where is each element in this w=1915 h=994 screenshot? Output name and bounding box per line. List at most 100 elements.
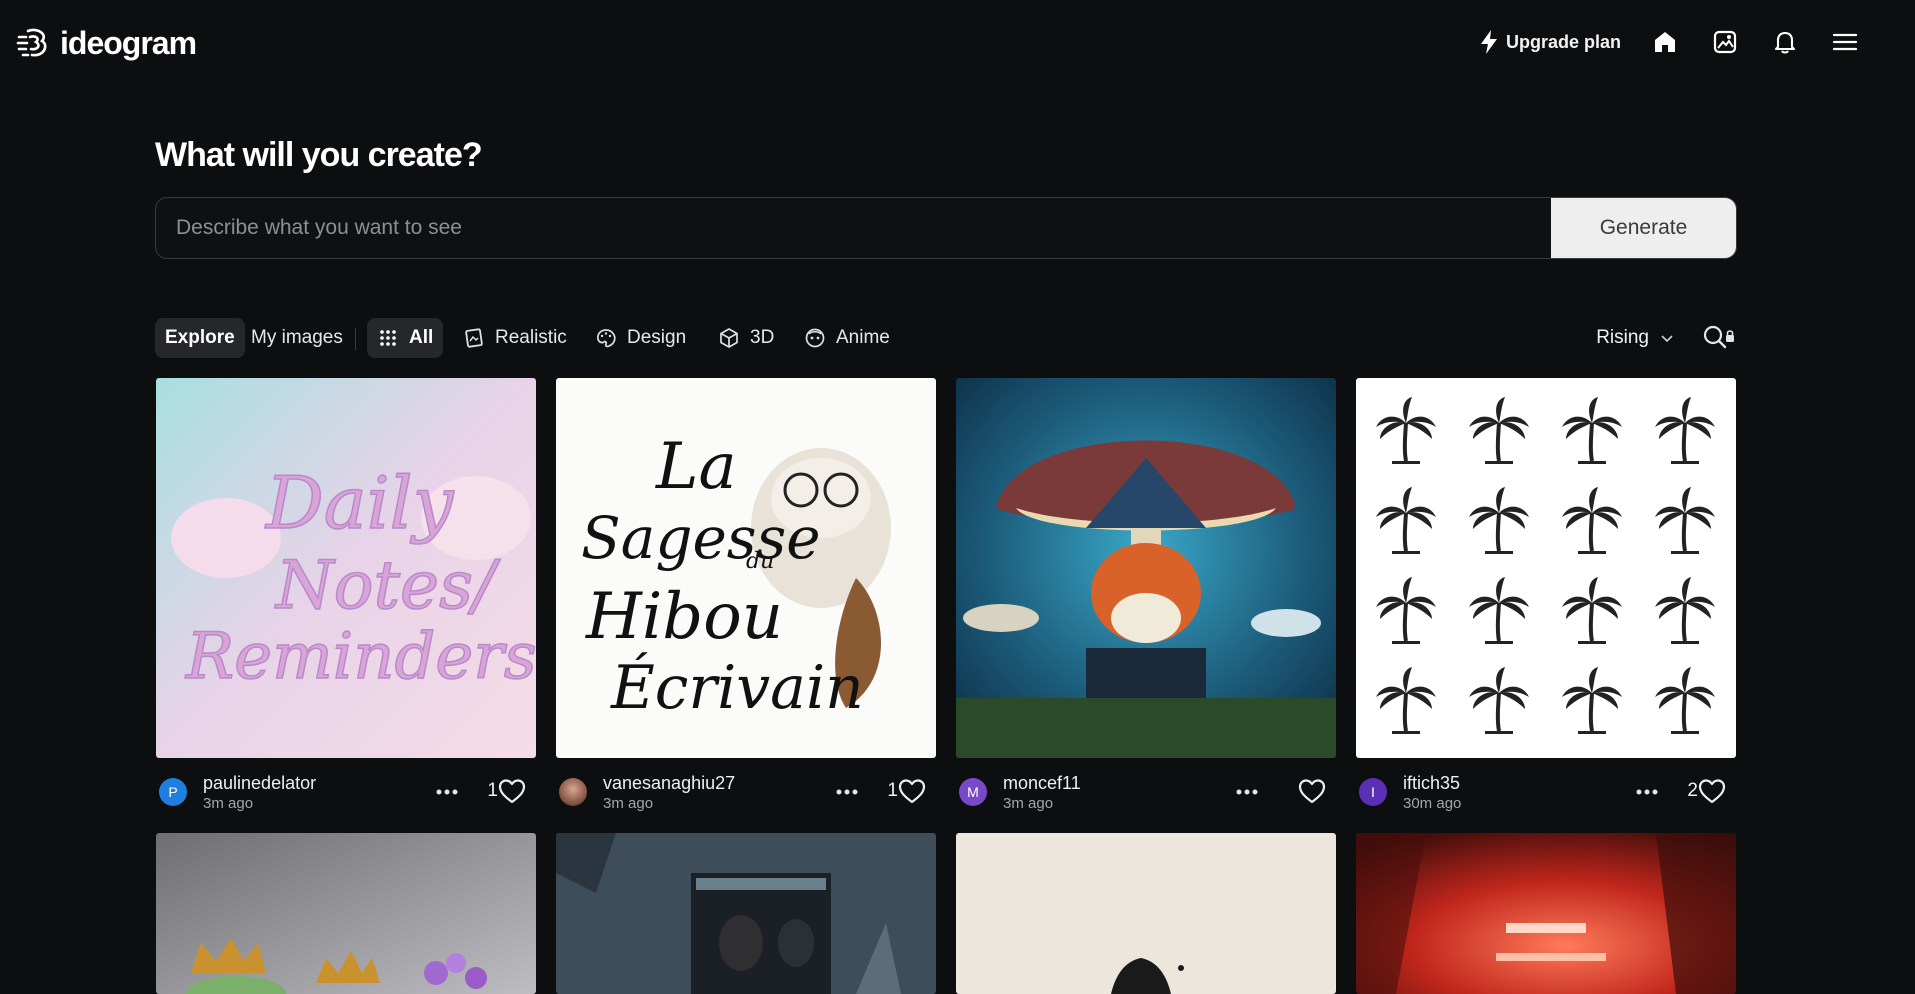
- ideogram-logo-icon: [16, 28, 47, 57]
- user-avatar[interactable]: I: [1359, 778, 1387, 806]
- tab-my-images-label: My images: [251, 327, 343, 348]
- heart-icon[interactable]: [1298, 778, 1326, 804]
- prompt-input[interactable]: [156, 198, 1552, 258]
- svg-text:Reminders: Reminders: [185, 620, 536, 694]
- category-realistic-label: Realistic: [495, 327, 567, 348]
- svg-text:Daily: Daily: [264, 461, 455, 545]
- category-all[interactable]: All: [367, 318, 444, 358]
- category-3d-label: 3D: [750, 327, 775, 348]
- gallery-icon: [1713, 30, 1737, 54]
- photo-icon: [465, 328, 483, 348]
- user-avatar[interactable]: [559, 778, 587, 806]
- tab-my-images[interactable]: My images: [241, 318, 353, 358]
- ink-sketch-artwork: [956, 833, 1336, 994]
- heart-icon[interactable]: [1698, 778, 1726, 804]
- image-thumbnail[interactable]: [956, 378, 1336, 758]
- grid-icon: [380, 330, 396, 346]
- filter-divider: [355, 328, 356, 350]
- svg-text:Hibou: Hibou: [585, 580, 783, 654]
- sort-dropdown[interactable]: Rising: [1596, 318, 1675, 358]
- image-thumbnail[interactable]: La Sagesse du Hibou Écrivain: [556, 378, 936, 758]
- palette-icon: [596, 329, 616, 348]
- more-options-button[interactable]: [1632, 777, 1662, 807]
- image-thumbnail[interactable]: [556, 833, 936, 994]
- svg-text:du: du: [746, 549, 774, 574]
- username[interactable]: vanesanaghiu27: [603, 773, 735, 794]
- image-thumbnail[interactable]: [956, 833, 1336, 994]
- post-time: 3m ago: [203, 795, 254, 812]
- category-design[interactable]: Design: [585, 318, 696, 358]
- ideogram-logo[interactable]: ideogram: [16, 24, 197, 62]
- username[interactable]: iftich35: [1403, 773, 1460, 794]
- tab-explore[interactable]: Explore: [155, 318, 245, 358]
- menu-button[interactable]: [1829, 26, 1861, 58]
- cube-icon: [720, 328, 738, 348]
- search-button[interactable]: [1701, 324, 1737, 352]
- notifications-button[interactable]: [1769, 26, 1801, 58]
- search-lock-icon: [1703, 325, 1734, 349]
- heart-icon[interactable]: [498, 778, 526, 804]
- bell-icon: [1774, 31, 1796, 54]
- lightning-icon: [1480, 30, 1497, 54]
- filter-bar: Explore My images All Realistic Design 3…: [155, 318, 1737, 358]
- generate-button[interactable]: Generate: [1551, 198, 1736, 258]
- username[interactable]: paulinedelator: [203, 773, 316, 794]
- more-dots-icon: [1236, 789, 1258, 795]
- chevron-down-icon: [1661, 335, 1673, 343]
- image-meta: P paulinedelator 3m ago 1: [156, 763, 536, 819]
- tab-explore-label: Explore: [165, 327, 235, 348]
- top-bar: ideogram Upgrade plan: [0, 0, 1915, 84]
- my-images-button[interactable]: [1709, 26, 1741, 58]
- upgrade-plan-button[interactable]: Upgrade plan: [1478, 26, 1621, 58]
- category-anime[interactable]: Anime: [794, 318, 900, 358]
- category-realistic[interactable]: Realistic: [453, 318, 577, 358]
- red-street-artwork: [1356, 833, 1736, 994]
- owl-writer-artwork: La Sagesse du Hibou Écrivain: [556, 378, 936, 758]
- dark-corridor-artwork: [556, 833, 936, 994]
- prompt-box: Generate: [155, 197, 1737, 259]
- image-meta: vanesanaghiu27 3m ago 1: [556, 763, 936, 819]
- brand-name: ideogram: [60, 24, 197, 61]
- image-thumbnail[interactable]: [1356, 833, 1736, 994]
- like-count: 1: [487, 780, 498, 801]
- post-time: 3m ago: [603, 795, 654, 812]
- more-options-button[interactable]: [432, 777, 462, 807]
- daily-notes-artwork: Daily Notes/ Reminders: [156, 378, 536, 758]
- image-thumbnail[interactable]: Daily Notes/ Reminders: [156, 378, 536, 758]
- image-meta: M moncef11 3m ago: [956, 763, 1336, 819]
- like-count: 2: [1687, 780, 1698, 801]
- page-title: What will you create?: [155, 136, 483, 174]
- category-all-label: All: [409, 327, 434, 348]
- more-dots-icon: [1636, 789, 1658, 795]
- svg-text:Notes/: Notes/: [274, 547, 501, 624]
- category-design-label: Design: [627, 327, 687, 348]
- like-count: 1: [887, 780, 898, 801]
- image-thumbnail[interactable]: [1356, 378, 1736, 758]
- header-actions: Upgrade plan: [1465, 20, 1915, 64]
- fox-wizard-artwork: [956, 378, 1336, 758]
- more-dots-icon: [836, 789, 858, 795]
- home-icon: [1655, 32, 1675, 52]
- anime-face-icon: [805, 328, 825, 348]
- category-3d[interactable]: 3D: [708, 318, 784, 358]
- home-button[interactable]: [1649, 26, 1681, 58]
- post-time: 3m ago: [1003, 795, 1054, 812]
- user-avatar[interactable]: P: [159, 778, 187, 806]
- crown-artwork: [156, 833, 536, 994]
- category-anime-label: Anime: [836, 327, 890, 348]
- heart-icon[interactable]: [898, 778, 926, 804]
- svg-text:Sagesse: Sagesse: [581, 504, 821, 572]
- palm-trees-artwork: [1356, 378, 1736, 758]
- user-avatar[interactable]: M: [959, 778, 987, 806]
- svg-text:Écrivain: Écrivain: [610, 652, 864, 723]
- svg-text:La: La: [655, 430, 737, 504]
- post-time: 30m ago: [1403, 795, 1462, 812]
- more-options-button[interactable]: [832, 777, 862, 807]
- image-meta: I iftich35 30m ago 2: [1356, 763, 1736, 819]
- more-dots-icon: [436, 789, 458, 795]
- menu-icon: [1832, 33, 1858, 51]
- more-options-button[interactable]: [1232, 777, 1262, 807]
- sort-label: Rising: [1596, 327, 1649, 348]
- username[interactable]: moncef11: [1003, 773, 1081, 794]
- image-thumbnail[interactable]: [156, 833, 536, 994]
